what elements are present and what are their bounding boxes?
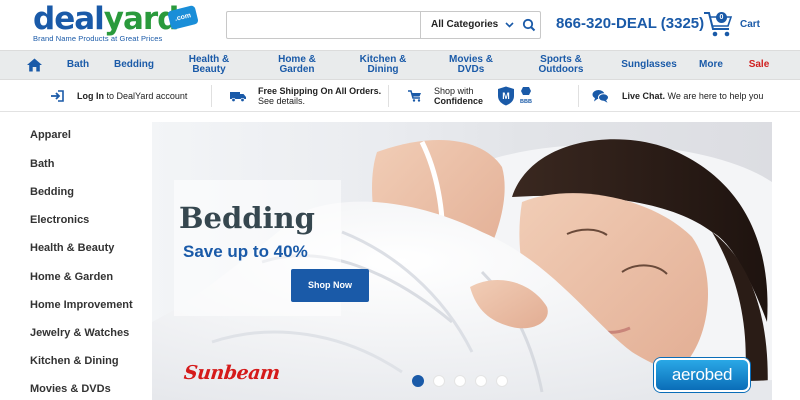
cart-icon — [408, 90, 421, 102]
sidebar-item-home-improvement[interactable]: Home Improvement — [30, 299, 133, 311]
shield-icon: M — [498, 86, 515, 106]
nav-sale[interactable]: Sale — [744, 51, 774, 79]
chat-icon — [592, 90, 609, 103]
nav-health-beauty[interactable]: Health & Beauty — [178, 51, 240, 79]
nav-kitchen-dining[interactable]: Kitchen & Dining — [352, 51, 414, 79]
divider — [211, 85, 212, 107]
search-bar: All Categories — [226, 11, 541, 39]
nav-sports-outdoors[interactable]: Sports & Outdoors — [530, 51, 592, 79]
sidebar-item-health-beauty[interactable]: Health & Beauty — [30, 242, 114, 254]
home-icon[interactable] — [27, 58, 42, 72]
carousel-dot-5[interactable] — [496, 375, 508, 387]
logo-part1: deal — [33, 1, 105, 37]
bbb-badge-icon: BBB — [520, 87, 532, 105]
hero-subtitle: Save up to 40% — [183, 242, 308, 261]
divider — [578, 85, 579, 107]
nav-bedding[interactable]: Bedding — [108, 51, 160, 79]
chat-text: Live Chat. We are here to help you — [622, 91, 764, 101]
logo-wordmark: dealyard — [33, 1, 180, 37]
logo-tagline: Brand Name Products at Great Prices — [33, 34, 163, 43]
divider — [388, 85, 389, 107]
cart-count-badge: 0 — [716, 12, 727, 23]
carousel-dot-3[interactable] — [454, 375, 466, 387]
login-text: Log In to DealYard account — [77, 91, 188, 101]
carousel-dot-2[interactable] — [433, 375, 445, 387]
carousel-dot-1[interactable] — [412, 375, 424, 387]
carousel-dot-4[interactable] — [475, 375, 487, 387]
search-icon — [522, 18, 536, 32]
shipping-info[interactable]: Free Shipping On All Orders. See details. — [230, 84, 381, 108]
sidebar-item-home-garden[interactable]: Home & Garden — [30, 271, 113, 283]
svg-text:M: M — [502, 91, 510, 101]
login-link[interactable]: Log In to DealYard account — [50, 84, 187, 108]
shipping-text: Free Shipping On All Orders. See details. — [258, 86, 382, 106]
hero-title: Bedding — [179, 201, 315, 235]
aerobed-logo: aerobed — [654, 358, 750, 392]
sidebar-item-jewelry-watches[interactable]: Jewelry & Watches — [30, 327, 129, 339]
cart-label[interactable]: Cart — [740, 19, 760, 30]
truck-icon — [230, 91, 246, 102]
svg-text:BBB: BBB — [520, 99, 532, 105]
sidebar-item-apparel[interactable]: Apparel — [30, 129, 71, 141]
site-header: dealyard .com Brand Name Products at Gre… — [0, 0, 800, 50]
confidence-text: Shop with Confidence — [434, 86, 484, 106]
nav-bath[interactable]: Bath — [58, 51, 98, 79]
shop-now-button[interactable]: Shop Now — [291, 269, 369, 302]
category-select-value: All Categories — [431, 19, 499, 30]
sidebar-item-bedding[interactable]: Bedding — [30, 186, 74, 198]
logo-part2: yard — [103, 1, 180, 37]
dealyard-logo[interactable]: dealyard .com Brand Name Products at Gre… — [33, 2, 203, 46]
hero-banner[interactable]: Bedding Save up to 40% Shop Now Sunbeam … — [152, 122, 772, 400]
nav-sunglasses[interactable]: Sunglasses — [618, 51, 680, 79]
shop-confidence[interactable]: Shop with Confidence M BBB — [408, 84, 533, 108]
sidebar-item-movies-dvds[interactable]: Movies & DVDs — [30, 383, 111, 395]
nav-movies-dvds[interactable]: Movies & DVDs — [440, 51, 502, 79]
sidebar-item-kitchen-dining[interactable]: Kitchen & Dining — [30, 355, 119, 367]
category-select[interactable]: All Categories — [420, 12, 520, 38]
phone-number[interactable]: 866-320-DEAL (3325) — [556, 15, 704, 32]
sunbeam-logo: Sunbeam — [182, 362, 281, 384]
search-input[interactable] — [227, 12, 420, 38]
search-button[interactable] — [519, 12, 540, 38]
nav-more[interactable]: More — [692, 51, 730, 79]
carousel-dots — [412, 375, 512, 389]
nav-home-garden[interactable]: Home & Garden — [266, 51, 328, 79]
info-bar: Log In to DealYard account Free Shipping… — [0, 80, 800, 112]
login-icon — [51, 90, 64, 102]
main-nav: Bath Bedding Health & Beauty Home & Gard… — [0, 50, 800, 80]
sidebar-item-electronics[interactable]: Electronics — [30, 214, 89, 226]
chevron-down-icon — [505, 12, 514, 49]
live-chat-link[interactable]: Live Chat. We are here to help you — [592, 84, 763, 108]
sidebar-item-bath[interactable]: Bath — [30, 158, 54, 170]
